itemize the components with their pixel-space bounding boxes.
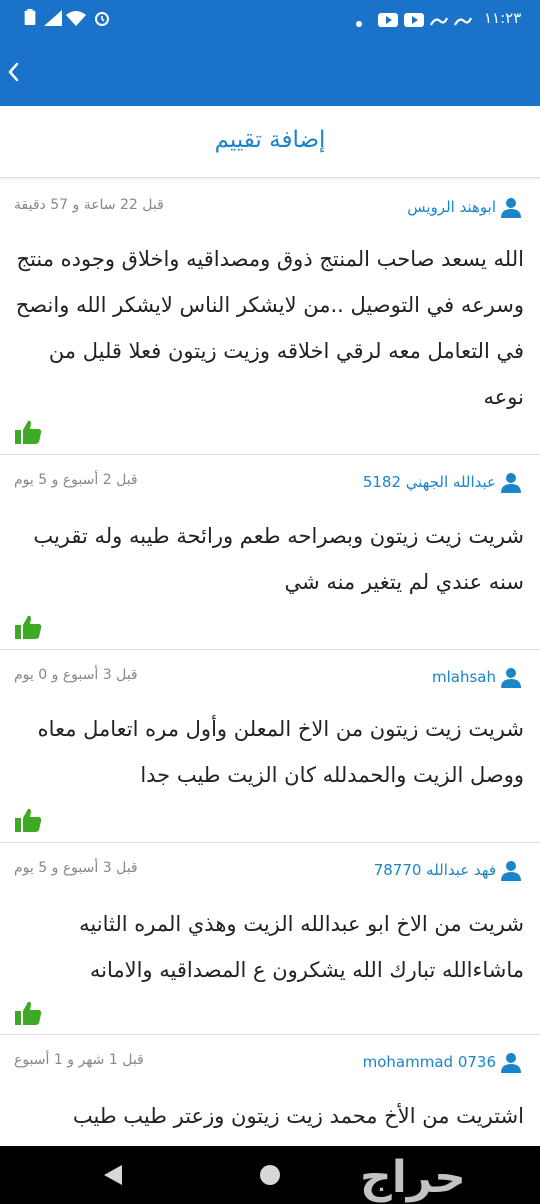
- youtube-icon: [378, 13, 398, 27]
- review-item: ابوهند الرويس قبل 22 ساعة و 57 دقيقة الل…: [0, 180, 540, 455]
- review-username: mohammad 0736: [362, 1053, 496, 1071]
- review-item: عبدالله الجهني 5182 قبل 2 أسبوع و 5 يوم …: [0, 455, 540, 650]
- review-username: mlahsah: [432, 668, 496, 686]
- review-header: ابوهند الرويس قبل 22 ساعة و 57 دقيقة: [0, 194, 540, 220]
- review-item: فهد عبدالله 78770 قبل 3 أسبوع و 5 يوم شر…: [0, 843, 540, 1035]
- status-time: ١١:٢٣: [484, 9, 522, 27]
- review-user[interactable]: ابوهند الرويس: [407, 194, 522, 220]
- chevron-left-icon: [8, 62, 19, 82]
- notification-dot-icon: [356, 21, 362, 27]
- haraj-icon: [454, 17, 472, 26]
- review-header: فهد عبدالله 78770 قبل 3 أسبوع و 5 يوم: [0, 857, 540, 883]
- haraj-watermark: حراج: [360, 1152, 466, 1203]
- wifi-icon: [66, 11, 86, 26]
- thumbs-up-icon[interactable]: [14, 999, 42, 1027]
- back-button[interactable]: [2, 58, 24, 86]
- review-username: عبدالله الجهني 5182: [362, 473, 496, 491]
- user-icon: [501, 861, 521, 881]
- user-icon: [501, 473, 521, 493]
- review-text: شريت من الاخ ابو عبدالله الزيت وهذي المر…: [79, 912, 524, 982]
- user-icon: [501, 1053, 521, 1073]
- review-time: قبل 2 أسبوع و 5 يوم: [14, 472, 138, 488]
- nav-back-icon[interactable]: [104, 1165, 122, 1185]
- alarm-icon: [95, 12, 109, 26]
- review-username: ابوهند الرويس: [407, 198, 496, 216]
- review-time: قبل 3 أسبوع و 0 يوم: [14, 667, 138, 683]
- signal-icon: [44, 10, 62, 26]
- user-icon: [501, 668, 521, 688]
- review-time: قبل 3 أسبوع و 5 يوم: [14, 860, 138, 876]
- user-icon: [501, 198, 521, 218]
- battery-icon: [24, 9, 36, 25]
- system-nav-bar: حراج: [0, 1146, 540, 1204]
- thumbs-up-icon[interactable]: [14, 806, 42, 834]
- add-review-button[interactable]: إضافة تقييم: [0, 106, 540, 178]
- review-text: شريت زيت زيتون وبصراحه طعم ورائحة طيبه و…: [33, 524, 524, 594]
- review-username: فهد عبدالله 78770: [373, 861, 496, 879]
- review-time: قبل 1 شهر و 1 أسبوع: [14, 1052, 144, 1068]
- haraj-icon: [430, 17, 448, 26]
- review-user[interactable]: mohammad 0736: [363, 1049, 522, 1075]
- add-review-label: إضافة تقييم: [214, 126, 326, 153]
- review-text: شريت زيت زيتون من الاخ المعلن وأول مره ا…: [37, 717, 524, 787]
- reviews-list: ابوهند الرويس قبل 22 ساعة و 57 دقيقة الل…: [0, 180, 540, 1195]
- review-item: mlahsah قبل 3 أسبوع و 0 يوم شريت زيت زيت…: [0, 650, 540, 843]
- review-header: mlahsah قبل 3 أسبوع و 0 يوم: [0, 664, 540, 690]
- app-bar: [0, 38, 540, 106]
- review-user[interactable]: عبدالله الجهني 5182: [363, 469, 522, 495]
- review-user[interactable]: mlahsah: [432, 664, 522, 690]
- review-header: mohammad 0736 قبل 1 شهر و 1 أسبوع: [0, 1049, 540, 1075]
- review-user[interactable]: فهد عبدالله 78770: [374, 857, 522, 883]
- review-text: الله يسعد صاحب المنتج ذوق ومصداقيه واخلا…: [15, 247, 524, 409]
- thumbs-up-icon[interactable]: [14, 418, 42, 446]
- thumbs-up-icon[interactable]: [14, 613, 42, 641]
- review-text: اشتريت من الأخ محمد زيت زيتون وزعتر طيب …: [72, 1104, 524, 1128]
- youtube-icon: [404, 13, 424, 27]
- review-header: عبدالله الجهني 5182 قبل 2 أسبوع و 5 يوم: [0, 469, 540, 495]
- review-time: قبل 22 ساعة و 57 دقيقة: [14, 197, 164, 213]
- status-bar: ١١:٢٣: [0, 0, 540, 38]
- nav-home-button[interactable]: [260, 1165, 280, 1185]
